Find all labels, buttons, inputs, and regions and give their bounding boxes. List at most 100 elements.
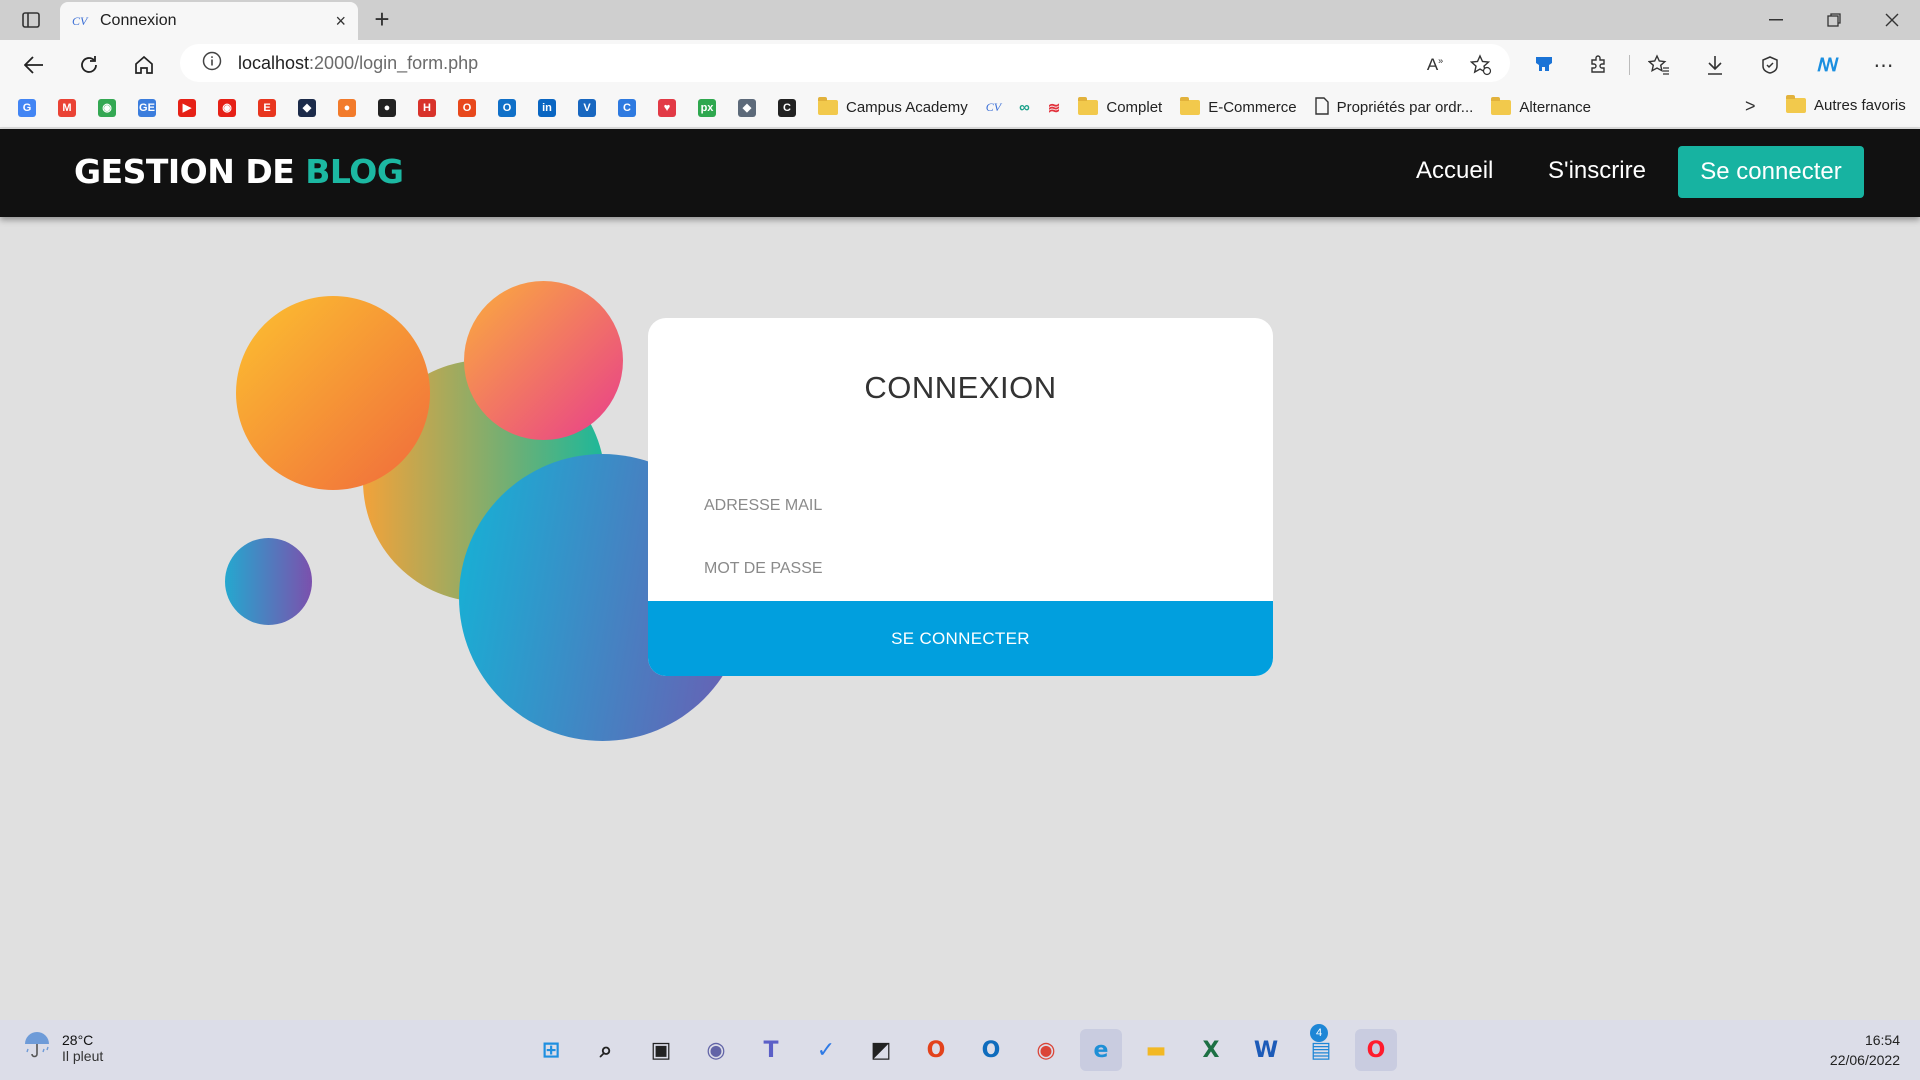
taskbar-file-explorer-icon[interactable]: ▬ <box>1135 1029 1177 1071</box>
read-aloud-icon[interactable]: A» <box>1418 48 1452 82</box>
bookmark-vuetify[interactable]: V <box>578 98 596 117</box>
extensions-icon[interactable] <box>1582 48 1616 82</box>
bookmark-gestion[interactable]: GE <box>138 98 156 117</box>
bookmark-item[interactable]: E-Commerce <box>1180 97 1297 116</box>
taskbar-word-icon[interactable]: W <box>1245 1029 1287 1071</box>
minimize-icon[interactable] <box>1748 6 1804 34</box>
taskbar-start-icon[interactable]: ⊞ <box>530 1029 572 1071</box>
h-app-icon: H <box>418 98 436 117</box>
other-favorites-folder[interactable]: Autres favoris <box>1786 95 1906 114</box>
taskbar-chat-icon[interactable]: ◉ <box>695 1029 737 1071</box>
github-icon: ● <box>378 98 396 117</box>
restore-icon[interactable] <box>1806 6 1862 34</box>
submit-login-button[interactable]: SE CONNECTER <box>648 601 1273 676</box>
bookmark-item[interactable]: ∞ <box>1019 99 1030 116</box>
taskbar-edge-icon[interactable]: e <box>1080 1029 1122 1071</box>
site-brand[interactable]: GESTION DE BLOG <box>74 152 404 191</box>
taskbar-outlook-icon[interactable]: O <box>970 1029 1012 1071</box>
tab-actions-icon[interactable] <box>14 8 48 32</box>
opera-glyph: O <box>1366 1037 1386 1063</box>
new-tab-button[interactable]: + <box>368 6 396 34</box>
taskbar-opera-icon[interactable]: O <box>1355 1029 1397 1071</box>
brand-main: GESTION DE <box>74 152 306 191</box>
taskbar-teams-icon[interactable]: T <box>750 1029 792 1071</box>
taskbar-sticky-notes-icon[interactable]: ◩ <box>860 1029 902 1071</box>
bookmark-outlook[interactable]: O <box>498 98 516 117</box>
chrome-glyph: ◉ <box>1036 1037 1056 1063</box>
bookmark-youtube[interactable]: ▶ <box>178 98 196 117</box>
clock-time: 16:54 <box>1864 1032 1900 1048</box>
nav-login-button[interactable]: Se connecter <box>1678 146 1864 198</box>
bookmark-layers[interactable]: ◆ <box>738 98 756 117</box>
bookmark-h-app[interactable]: H <box>418 98 436 117</box>
tab-close-icon[interactable]: × <box>335 11 346 32</box>
decor-circle-small <box>225 538 312 625</box>
bookmark-github[interactable]: ● <box>378 98 396 117</box>
taskbar-task-view-icon[interactable]: ▣ <box>640 1029 682 1071</box>
back-arrow-icon[interactable] <box>17 48 51 82</box>
bookmark-gmail[interactable]: M <box>58 98 76 117</box>
bookmark-google[interactable]: G <box>18 98 36 117</box>
bookmark-item[interactable]: Alternance <box>1491 97 1591 116</box>
refresh-icon[interactable] <box>72 48 106 82</box>
home-icon[interactable] <box>127 48 161 82</box>
more-icon[interactable]: ⋯ <box>1867 48 1901 82</box>
gmail-icon: M <box>58 98 76 117</box>
layers-icon: ◆ <box>738 98 756 117</box>
add-favorite-icon[interactable] <box>1464 48 1498 82</box>
performance-icon[interactable] <box>1753 48 1787 82</box>
bookmark-linkedin[interactable]: in <box>538 98 556 117</box>
site-info-icon[interactable] <box>202 51 222 76</box>
folder-icon <box>1078 97 1099 115</box>
favorites-icon[interactable] <box>1642 48 1676 82</box>
nav-home-link[interactable]: Accueil <box>1416 157 1493 185</box>
excel-glyph: X <box>1202 1037 1220 1063</box>
orange-app-icon: ● <box>338 98 356 117</box>
bookmark-item[interactable]: Campus Academy <box>818 97 968 116</box>
url-host: localhost <box>238 52 310 73</box>
weather-widget[interactable]: 28°C Il pleut <box>22 1030 103 1065</box>
tab-title: Connexion <box>100 12 177 29</box>
task-view-glyph: ▣ <box>650 1037 672 1063</box>
store-badge: 4 <box>1310 1024 1328 1042</box>
bookmark-youtube-music[interactable]: ◉ <box>218 98 236 117</box>
bookmark-item[interactable]: CV <box>986 100 1001 115</box>
system-clock[interactable]: 16:54 22/06/2022 <box>1790 1030 1900 1070</box>
weather-temperature: 28°C <box>62 1031 94 1048</box>
gestion-icon: GE <box>138 98 156 117</box>
browser-tab[interactable]: CV Connexion × <box>60 2 358 40</box>
extension-shield-icon[interactable] <box>1527 48 1561 82</box>
taskbar-search-icon[interactable]: ⌕ <box>585 1029 627 1071</box>
bookmark-px[interactable]: px <box>698 98 716 117</box>
c-app-icon: C <box>778 98 796 117</box>
search-glyph: ⌕ <box>599 1037 613 1063</box>
downloads-icon[interactable] <box>1698 48 1732 82</box>
copilot-icon[interactable]: ꟿ <box>1811 48 1845 82</box>
bookmark-label: Complet <box>1106 99 1163 116</box>
taskbar-excel-icon[interactable]: X <box>1190 1029 1232 1071</box>
nav-register-link[interactable]: S'inscrire <box>1548 157 1646 185</box>
bookmark-office[interactable]: O <box>458 98 476 117</box>
email-field[interactable] <box>704 491 1204 521</box>
bookmark-item[interactable]: ≋ <box>1048 99 1061 117</box>
taskbar-todo-icon[interactable]: ✓ <box>805 1029 847 1071</box>
bookmark-item[interactable]: Propriétés par ordr... <box>1314 96 1473 119</box>
address-bar[interactable]: localhost:2000/login_form.php <box>180 44 1510 82</box>
taskbar-chrome-icon[interactable]: ◉ <box>1025 1029 1067 1071</box>
rain-umbrella-icon <box>22 1030 52 1065</box>
close-window-icon[interactable] <box>1864 6 1920 34</box>
bookmark-orange-app[interactable]: ● <box>338 98 356 117</box>
bookmark-edge-c[interactable]: C <box>618 98 636 117</box>
bookmarks-more-icon[interactable]: > <box>1745 96 1756 117</box>
url-path: :2000/login_form.php <box>309 52 479 73</box>
bookmark-prefect[interactable]: ◆ <box>298 98 316 117</box>
bookmark-heart-app[interactable]: ♥ <box>658 98 676 117</box>
linkedin-icon: in <box>538 98 556 117</box>
bookmark-c-app[interactable]: C <box>778 98 796 117</box>
bookmark-item[interactable]: Complet <box>1078 97 1163 116</box>
taskbar-office-icon[interactable]: O <box>915 1029 957 1071</box>
folder-icon <box>1491 97 1512 115</box>
bookmark-maps[interactable]: ◉ <box>98 98 116 117</box>
bookmark-te[interactable]: E <box>258 98 276 117</box>
password-field[interactable] <box>704 554 1204 584</box>
